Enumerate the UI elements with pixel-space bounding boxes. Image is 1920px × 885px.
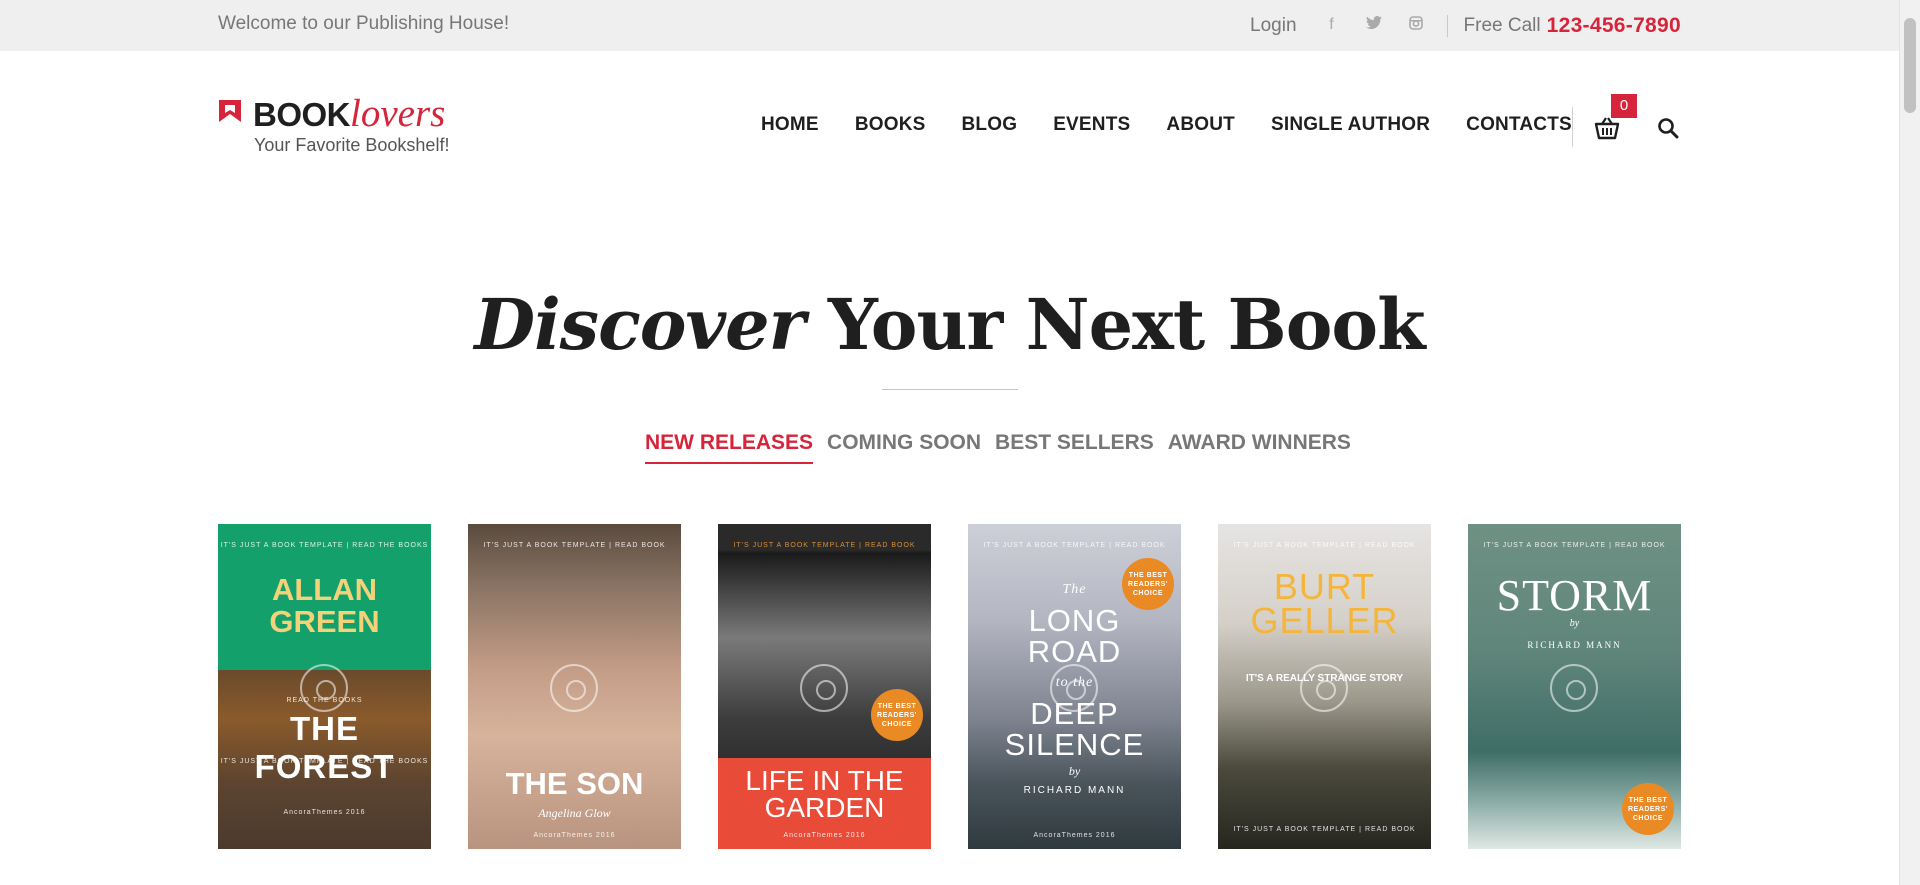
zoom-icon xyxy=(1050,664,1098,712)
best-choice-badge: THE BEST READERS' CHOICE xyxy=(871,689,923,741)
search-icon[interactable] xyxy=(1657,117,1679,139)
book-title-the: The xyxy=(1062,582,1087,597)
nav-about[interactable]: ABOUT xyxy=(1166,114,1235,136)
site-header: BOOKlovers Your Favorite Bookshelf! HOME… xyxy=(0,51,1899,171)
book-grid: IT'S JUST A BOOK TEMPLATE | READ THE BOO… xyxy=(218,524,1681,849)
social-links: f xyxy=(1323,16,1425,35)
zoom-icon xyxy=(550,664,598,712)
nav-divider xyxy=(1572,107,1573,147)
book-cover-footer: AncoraThemes 2016 xyxy=(1033,832,1116,839)
book-title-word: ROAD xyxy=(1027,634,1122,669)
book-title-line1: LIFE IN THE xyxy=(745,765,904,796)
book-author: RICHARD MANN xyxy=(1527,640,1622,650)
top-bar-divider xyxy=(1446,14,1448,37)
book-card[interactable]: IT'S JUST A BOOK TEMPLATE | READ BOOK BU… xyxy=(1218,524,1431,849)
book-title-line1: BURT xyxy=(1273,566,1376,607)
zoom-icon xyxy=(300,664,348,712)
book-card[interactable]: IT'S JUST A BOOK TEMPLATE | READ BOOK TH… xyxy=(718,524,931,849)
main-nav: HOME BOOKS BLOG EVENTS ABOUT SINGLE AUTH… xyxy=(761,114,1572,136)
book-cover-footer: AncoraThemes 2016 xyxy=(783,832,866,839)
title-divider xyxy=(882,389,1018,390)
login-link[interactable]: Login xyxy=(1250,15,1297,37)
logo-title-italic: lovers xyxy=(350,92,446,135)
nav-blog[interactable]: BLOG xyxy=(962,114,1018,136)
book-author: ALLAN GREEN xyxy=(218,574,431,638)
book-title-word: LONG xyxy=(1028,603,1121,638)
free-call-label: Free Call xyxy=(1463,14,1541,36)
logo-title-bold: BOOK xyxy=(253,96,351,133)
book-cover-sub-line: IT'S JUST A BOOK TEMPLATE | READ THE BOO… xyxy=(220,758,429,765)
book-title-word: SILENCE xyxy=(1004,727,1145,762)
book-card[interactable]: IT'S JUST A BOOK TEMPLATE | READ BOOK TH… xyxy=(968,524,1181,849)
book-card[interactable]: IT'S JUST A BOOK TEMPLATE | READ BOOK TH… xyxy=(468,524,681,849)
book-card[interactable]: IT'S JUST A BOOK TEMPLATE | READ THE BOO… xyxy=(218,524,431,849)
best-choice-badge: THE BEST READERS' CHOICE xyxy=(1622,783,1674,835)
bookmark-logo-icon xyxy=(219,100,241,122)
book-by: by xyxy=(1569,618,1580,629)
facebook-icon[interactable]: f xyxy=(1323,16,1341,35)
nav-events[interactable]: EVENTS xyxy=(1053,114,1130,136)
nav-contacts[interactable]: CONTACTS xyxy=(1466,114,1572,136)
zoom-icon xyxy=(1550,664,1598,712)
cart-icon[interactable] xyxy=(1594,116,1620,140)
book-cover-top-line: IT'S JUST A BOOK TEMPLATE | READ BOOK xyxy=(983,542,1166,549)
book-title-line2: GELLER xyxy=(1250,600,1399,641)
book-title: STORM xyxy=(1496,571,1653,620)
book-title: THE SON xyxy=(505,766,644,801)
tab-coming-soon[interactable]: COMING SOON xyxy=(827,431,981,464)
page-title: Discover Your Next Book xyxy=(0,283,1899,366)
book-cover-top-line: IT'S JUST A BOOK TEMPLATE | READ BOOK xyxy=(1483,542,1666,549)
book-author-line1: ALLAN xyxy=(271,572,378,607)
page-title-rest: Your Next Book xyxy=(804,283,1426,366)
book-cover-footer: IT'S JUST A BOOK TEMPLATE | READ BOOK xyxy=(1233,826,1416,833)
book-subtitle: Angelina Glow xyxy=(538,806,611,820)
book-cover-top-line: IT'S JUST A BOOK TEMPLATE | READ BOOK xyxy=(733,542,916,549)
top-bar: Welcome to our Publishing House! Login f… xyxy=(0,0,1899,51)
twitter-icon[interactable] xyxy=(1365,16,1383,35)
tab-award-winners[interactable]: AWARD WINNERS xyxy=(1168,431,1351,464)
book-title: THE FOREST xyxy=(254,710,395,785)
welcome-text: Welcome to our Publishing House! xyxy=(218,13,510,34)
book-author-line2: GREEN xyxy=(269,604,380,639)
top-bar-right: Login f Free Call 123-456-7890 xyxy=(1250,0,1681,51)
book-author: RICHARD MANN xyxy=(1023,785,1126,796)
book-cover-top-line: IT'S JUST A BOOK TEMPLATE | READ THE BOO… xyxy=(220,542,429,549)
book-title: LIFE IN THE GARDEN xyxy=(718,765,931,823)
book-cover-footer: AncoraThemes 2016 xyxy=(283,809,366,816)
page-title-italic: Discover xyxy=(474,283,805,366)
book-card[interactable]: IT'S JUST A BOOK TEMPLATE | READ BOOK ST… xyxy=(1468,524,1681,849)
zoom-icon xyxy=(1300,664,1348,712)
book-title-line2: GARDEN xyxy=(764,792,885,823)
book-title: BURT GELLER xyxy=(1218,566,1431,641)
nav-single-author[interactable]: SINGLE AUTHOR xyxy=(1271,114,1430,136)
book-by: by xyxy=(1068,764,1081,778)
logo-tagline: Your Favorite Bookshelf! xyxy=(254,135,450,155)
logo-title: BOOKlovers xyxy=(253,91,445,136)
scrollbar-thumb[interactable] xyxy=(1904,18,1916,113)
phone-number[interactable]: 123-456-7890 xyxy=(1547,14,1681,38)
zoom-icon xyxy=(800,664,848,712)
book-cover-top-line: IT'S JUST A BOOK TEMPLATE | READ BOOK xyxy=(483,542,666,549)
book-category-tabs: NEW RELEASES COMING SOON BEST SELLERS AW… xyxy=(645,431,1365,464)
book-cover-top-line: IT'S JUST A BOOK TEMPLATE | READ BOOK xyxy=(1233,542,1416,549)
tab-best-sellers[interactable]: BEST SELLERS xyxy=(995,431,1154,464)
nav-home[interactable]: HOME xyxy=(761,114,819,136)
book-cover-footer: AncoraThemes 2016 xyxy=(533,832,616,839)
cart-count-badge: 0 xyxy=(1611,94,1637,118)
instagram-icon[interactable] xyxy=(1407,16,1425,35)
page-scrollbar[interactable] xyxy=(1899,0,1920,885)
nav-books[interactable]: BOOKS xyxy=(855,114,926,136)
tab-new-releases[interactable]: NEW RELEASES xyxy=(645,431,814,464)
